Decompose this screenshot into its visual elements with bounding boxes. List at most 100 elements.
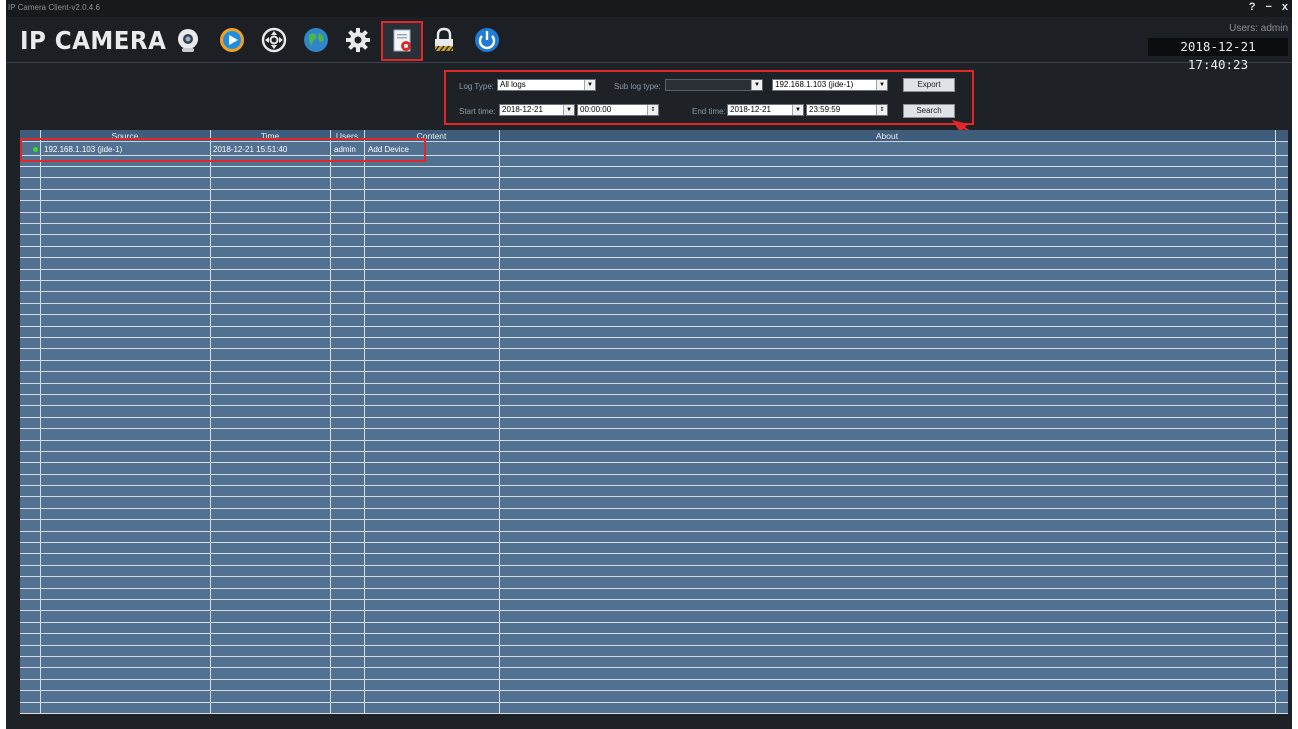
log-type-select[interactable]: All logs ▼ — [497, 79, 596, 91]
window-title: IP Camera Client-v2.0.4.6 — [8, 3, 100, 12]
row-divider — [20, 576, 1288, 577]
row-divider — [20, 656, 1288, 657]
row-divider — [20, 462, 1288, 463]
row-divider — [20, 200, 1288, 201]
row-divider — [20, 166, 1288, 167]
row-divider — [20, 531, 1288, 532]
row-divider — [20, 348, 1288, 349]
row-divider — [20, 519, 1288, 520]
device-select[interactable]: 192.168.1.103 (jide-1) ▼ — [772, 79, 888, 91]
close-button[interactable]: x — [1282, 1, 1288, 13]
row-divider — [20, 679, 1288, 680]
end-date-picker[interactable]: 2018-12-21 ▼ — [727, 104, 804, 116]
row-divider — [20, 553, 1288, 554]
row-divider — [20, 337, 1288, 338]
row-divider — [20, 485, 1288, 486]
row-divider — [20, 428, 1288, 429]
row-divider — [20, 269, 1288, 270]
row-divider — [20, 246, 1288, 247]
row-divider — [20, 212, 1288, 213]
export-button[interactable]: Export — [903, 78, 955, 92]
preview-webcam-icon[interactable] — [170, 23, 206, 57]
row-divider — [20, 667, 1288, 668]
chevron-down-icon: ▼ — [751, 80, 762, 90]
row-divider — [20, 280, 1288, 281]
spinner-icon: ⇕ — [647, 105, 658, 115]
device-value: 192.168.1.103 (jide-1) — [775, 80, 854, 89]
column-divider — [210, 130, 211, 714]
row-divider — [20, 223, 1288, 224]
row-divider — [20, 622, 1288, 623]
start-date-picker[interactable]: 2018-12-21 ▼ — [499, 104, 575, 116]
log-table: Source Time Users Content About 192.168.… — [20, 130, 1288, 714]
row-divider — [20, 177, 1288, 178]
minimize-button[interactable]: − — [1265, 1, 1271, 13]
end-time-label: End time: — [692, 107, 726, 116]
column-divider — [364, 130, 365, 714]
column-divider — [1275, 130, 1276, 714]
row-divider — [20, 257, 1288, 258]
row-divider — [20, 599, 1288, 600]
chevron-down-icon: ▼ — [584, 80, 595, 90]
chevron-down-icon: ▼ — [876, 80, 887, 90]
row-highlight-box — [20, 138, 426, 162]
column-header-about[interactable]: About — [499, 130, 1275, 142]
row-divider — [20, 371, 1288, 372]
help-button[interactable]: ? — [1249, 1, 1256, 13]
row-divider — [20, 496, 1288, 497]
logs-record-icon[interactable] — [381, 21, 423, 61]
end-time-value: 23:59:59 — [809, 105, 841, 114]
log-type-value: All logs — [500, 80, 526, 89]
row-divider — [20, 440, 1288, 441]
app-window: IP Camera Client-v2.0.4.6 ? − x IP CAMER… — [6, 0, 1292, 729]
search-button[interactable]: Search — [903, 104, 955, 118]
row-divider — [20, 542, 1288, 543]
row-divider — [20, 326, 1288, 327]
row-divider — [20, 633, 1288, 634]
row-divider — [20, 588, 1288, 589]
start-date-value: 2018-12-21 — [502, 105, 543, 114]
row-divider — [20, 360, 1288, 361]
row-divider — [20, 702, 1288, 703]
playback-play-icon[interactable] — [214, 23, 250, 57]
start-time-value: 00:00:00 — [580, 105, 612, 114]
row-divider — [20, 474, 1288, 475]
ptz-wheel-icon[interactable] — [256, 23, 292, 57]
start-time-spinner[interactable]: 00:00:00 ⇕ — [577, 104, 659, 116]
end-date-value: 2018-12-21 — [730, 105, 771, 114]
row-divider — [20, 405, 1288, 406]
app-header: IP CAMERA Users: admin 2018-12-21 17:40:… — [6, 17, 1292, 72]
row-divider — [20, 314, 1288, 315]
row-divider — [20, 189, 1288, 190]
row-divider — [20, 565, 1288, 566]
brand-logo: IP CAMERA — [20, 26, 167, 55]
title-bar: IP Camera Client-v2.0.4.6 ? − x — [6, 0, 1292, 17]
clock-display: 2018-12-21 17:40:23 — [1148, 38, 1288, 72]
row-divider — [20, 508, 1288, 509]
settings-gear-icon[interactable] — [340, 23, 376, 57]
row-divider — [20, 713, 1288, 714]
row-divider — [20, 610, 1288, 611]
window-controls: ? − x — [1249, 1, 1288, 13]
current-user-label: Users: admin — [1229, 23, 1288, 34]
spinner-icon: ⇕ — [876, 105, 887, 115]
calendar-dropdown-icon: ▼ — [563, 105, 574, 115]
row-divider — [20, 234, 1288, 235]
sub-log-type-select[interactable]: ▼ — [665, 79, 763, 91]
row-divider — [20, 291, 1288, 292]
row-divider — [20, 417, 1288, 418]
row-divider — [20, 690, 1288, 691]
row-divider — [20, 451, 1288, 452]
row-divider — [20, 645, 1288, 646]
lock-icon[interactable] — [426, 23, 462, 57]
end-time-spinner[interactable]: 23:59:59 ⇕ — [806, 104, 888, 116]
network-globe-icon[interactable] — [298, 23, 334, 57]
log-filter-panel: Log Type: All logs ▼ Sub log type: ▼ 192… — [444, 70, 974, 125]
row-divider — [20, 383, 1288, 384]
column-divider — [499, 130, 500, 714]
sub-log-type-label: Sub log type: — [614, 82, 661, 91]
column-divider — [40, 130, 41, 714]
exit-power-icon[interactable] — [469, 23, 505, 57]
start-time-label: Start time: — [459, 107, 496, 116]
row-divider — [20, 303, 1288, 304]
